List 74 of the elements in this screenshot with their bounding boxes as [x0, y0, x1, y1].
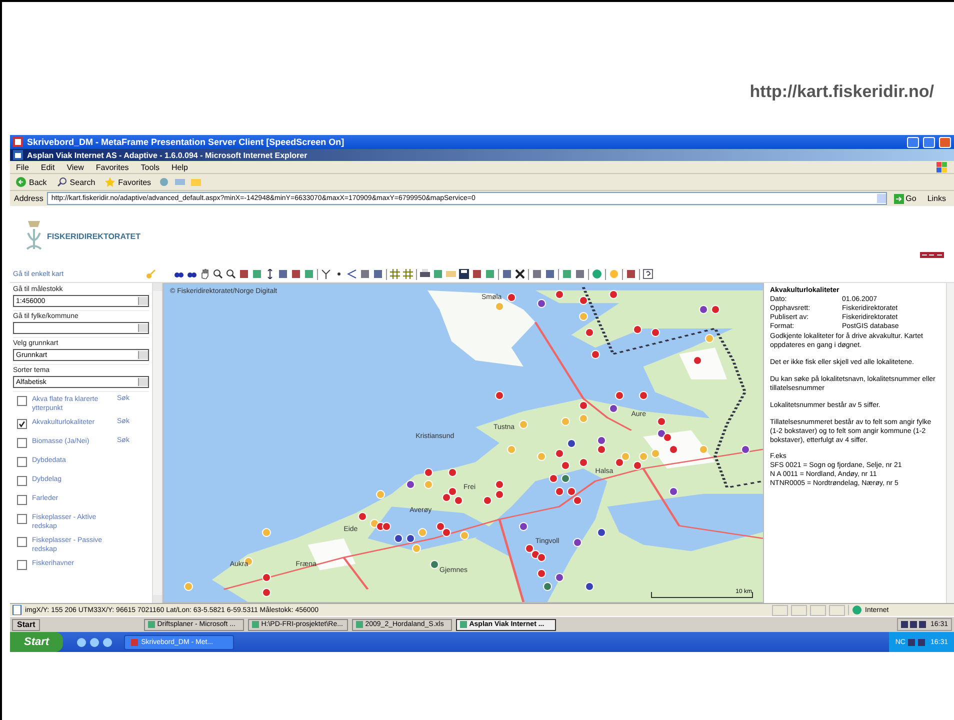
site-marker-icon[interactable] — [376, 490, 385, 499]
layer-checkbox[interactable] — [17, 419, 27, 429]
browser-title: Asplan Viak Internet AS - Adaptive - 1.6.0.094 - Microsoft Internet Explorer — [27, 150, 308, 160]
favorites-button[interactable]: Favorites — [103, 177, 154, 187]
layer-checkbox[interactable] — [17, 457, 27, 467]
site-marker-icon[interactable] — [609, 404, 618, 414]
grid-icon[interactable] — [403, 269, 413, 279]
window-title: Skrivebord_DM - MetaFrame Presentation Server Client [SpeedScreen On] — [27, 137, 344, 147]
zoom-in-icon[interactable] — [213, 269, 223, 279]
grid-icon[interactable] — [390, 269, 400, 279]
links-button[interactable]: Links — [923, 194, 950, 203]
windows-logo-icon — [936, 162, 948, 172]
layer-checkbox[interactable] — [17, 495, 27, 505]
scrollbar[interactable] — [152, 283, 162, 603]
globe-icon — [852, 605, 862, 615]
save-icon[interactable] — [459, 269, 469, 279]
site-marker-icon[interactable] — [615, 391, 624, 400]
site-marker-icon[interactable] — [579, 312, 588, 321]
site-marker-icon[interactable] — [555, 290, 564, 299]
maximize-button[interactable] — [923, 136, 935, 148]
site-marker-icon[interactable] — [609, 290, 618, 299]
logo-text: FISKERIDIREKTORATET — [47, 232, 140, 240]
browser-icon — [13, 150, 23, 160]
search-icon — [56, 177, 67, 187]
printer-icon[interactable] — [420, 269, 430, 279]
menu-item[interactable]: Edit — [40, 162, 55, 172]
slide-url: http://kart.fiskeridir.no/ — [750, 82, 934, 102]
site-marker-icon[interactable] — [507, 292, 516, 302]
menu-item[interactable]: File — [16, 162, 29, 172]
tool-icon[interactable] — [626, 269, 636, 279]
layer-checkbox[interactable] — [17, 560, 27, 570]
status-panel — [810, 604, 826, 616]
site-marker-icon[interactable] — [705, 334, 714, 344]
star-icon — [105, 177, 116, 187]
scrollbar[interactable] — [946, 283, 954, 603]
cross-icon[interactable] — [515, 269, 525, 279]
close-button[interactable] — [939, 136, 951, 148]
go-arrow-icon — [894, 194, 904, 204]
globe-icon[interactable] — [592, 269, 602, 279]
site-marker-icon[interactable] — [537, 299, 546, 308]
status-panel — [829, 604, 845, 616]
layer-checkbox[interactable] — [17, 476, 27, 486]
dropdown-field[interactable] — [13, 322, 149, 334]
menu-item[interactable]: Tools — [140, 162, 160, 172]
window-icon — [13, 137, 23, 147]
start-button[interactable]: Start — [12, 618, 40, 630]
line-icon[interactable] — [347, 269, 357, 279]
address-label: Address — [14, 194, 44, 203]
layer-checkbox[interactable] — [17, 396, 27, 406]
site-marker-icon[interactable] — [591, 350, 600, 359]
layer-checkbox[interactable] — [17, 438, 27, 448]
menu-item[interactable]: Favorites — [96, 162, 129, 172]
arrow-icon[interactable] — [265, 269, 275, 279]
zoom-out-icon[interactable] — [226, 269, 236, 279]
site-marker-icon[interactable] — [424, 468, 433, 477]
site-marker-icon[interactable] — [184, 582, 193, 592]
site-marker-icon[interactable] — [495, 391, 504, 400]
menu-item[interactable]: Help — [171, 162, 188, 172]
status-panel — [772, 604, 788, 616]
menu-item[interactable]: View — [66, 162, 84, 172]
minimize-button[interactable] — [907, 136, 919, 148]
site-marker-icon[interactable] — [262, 528, 271, 538]
go-button[interactable]: Go — [890, 194, 920, 204]
back-button[interactable]: Back — [14, 177, 49, 187]
search-button[interactable]: Search — [54, 177, 98, 187]
navigation-arrows-icon[interactable] — [920, 252, 944, 258]
help-icon[interactable] — [643, 269, 653, 279]
status-panel — [791, 604, 807, 616]
layer-checkbox[interactable] — [17, 537, 27, 547]
back-arrow-icon — [16, 177, 26, 187]
site-marker-icon[interactable] — [639, 391, 648, 400]
hand-icon[interactable] — [200, 269, 210, 279]
layer-checkbox[interactable] — [17, 514, 27, 524]
start-button[interactable]: Start — [10, 632, 64, 652]
